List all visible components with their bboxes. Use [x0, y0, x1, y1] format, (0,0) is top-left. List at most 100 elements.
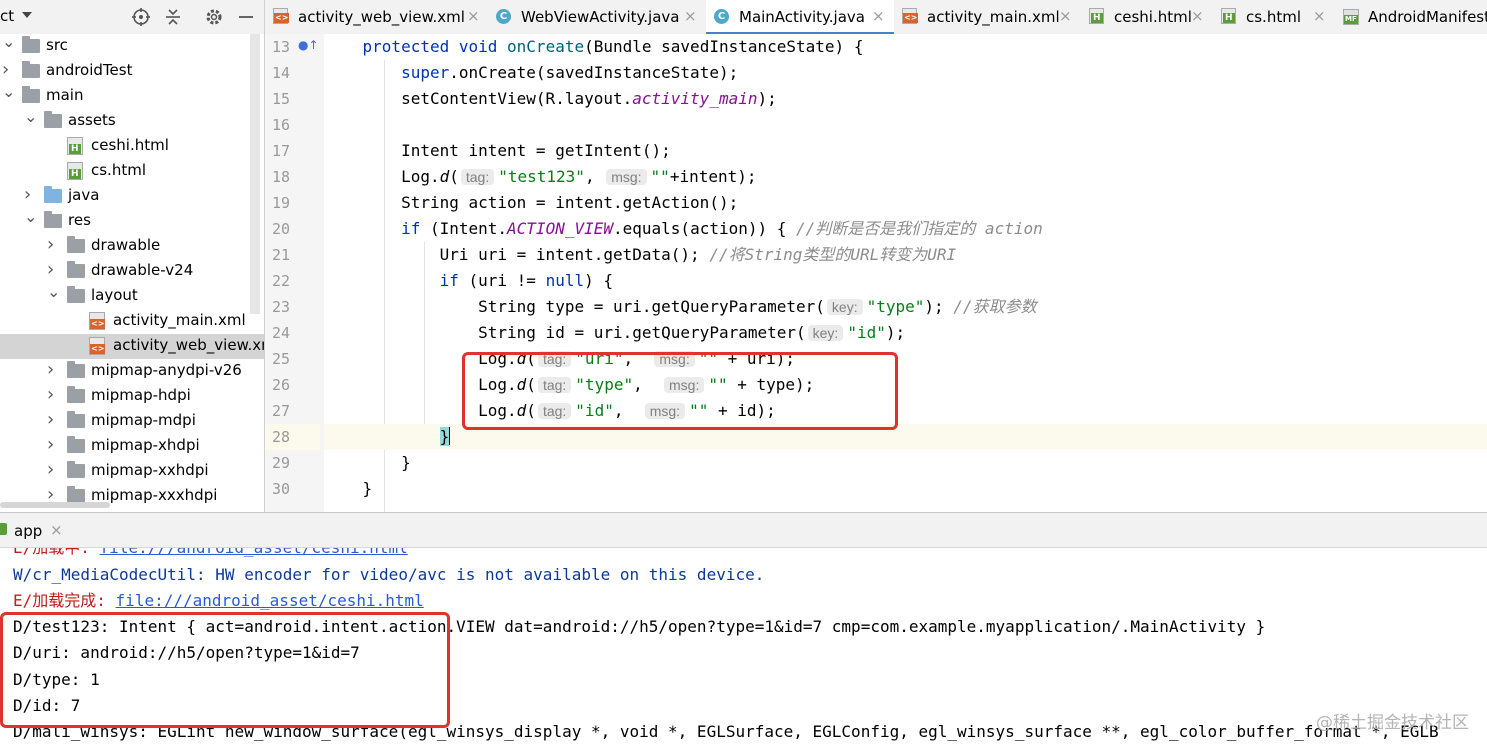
close-icon[interactable]: ×: [872, 7, 885, 25]
tree-item-label: mipmap-anydpi-v26: [91, 361, 242, 379]
tree-item[interactable]: ⌄ assets: [0, 107, 264, 134]
line-number: 30: [272, 480, 291, 498]
manifest-file-icon: [1343, 9, 1359, 25]
tree-item[interactable]: › mipmap-xhdpi: [0, 434, 264, 459]
chevron-down-icon[interactable]: ⌄: [24, 207, 37, 226]
collapse-all-icon[interactable]: [163, 7, 183, 27]
editor-tab[interactable]: activity_web_view.xml×: [265, 0, 488, 34]
tree-item[interactable]: › androidTest: [0, 59, 264, 84]
line-number: 15: [272, 90, 291, 108]
tree-item[interactable]: › drawable: [0, 234, 264, 259]
minimize-icon[interactable]: [236, 7, 256, 27]
tree-item[interactable]: ceshi.html: [0, 134, 264, 159]
folder-icon: [67, 261, 85, 278]
xml-file-icon: [902, 8, 919, 24]
line-number-gutter: 13 14 15 16 17 18 19 20 21 22 23 24 25 26 27 28 29 30 ●↑: [264, 34, 340, 512]
chevron-right-icon[interactable]: ›: [47, 259, 54, 280]
tree-item-label: mipmap-mdpi: [91, 411, 196, 429]
line-number: 19: [272, 194, 291, 212]
folder-icon: [22, 86, 40, 103]
editor-tab-label: AndroidManifest: [1368, 8, 1487, 26]
chevron-right-icon[interactable]: ›: [47, 459, 54, 480]
line-number: 29: [272, 454, 291, 472]
line-number: 17: [272, 142, 291, 160]
tree-item[interactable]: › mipmap-hdpi: [0, 384, 264, 409]
tree-item[interactable]: ⌄ main: [0, 82, 264, 109]
tree-item-label: java: [68, 186, 100, 204]
tree-item[interactable]: ⌄ layout: [0, 282, 264, 309]
chevron-right-icon[interactable]: ›: [47, 359, 54, 380]
chevron-right-icon[interactable]: ›: [47, 384, 54, 405]
chevron-down-icon[interactable]: ⌄: [2, 82, 15, 101]
tree-item[interactable]: › drawable-v24: [0, 259, 264, 284]
tree-item[interactable]: cs.html: [0, 159, 264, 184]
tree-item[interactable]: activity_main.xml: [0, 309, 264, 334]
chevron-right-icon[interactable]: ›: [47, 434, 54, 455]
line-number: 26: [272, 376, 291, 394]
xml-file-icon: [273, 8, 290, 24]
tree-item[interactable]: ⌄ res: [0, 207, 264, 234]
folder-icon: [67, 436, 85, 453]
tree-item[interactable]: activity_web_view.xml: [0, 334, 264, 359]
log-line: E/加载完成: file:///android_asset/ceshi.html: [13, 591, 424, 610]
tree-item[interactable]: ⌄ src: [0, 34, 264, 59]
line-number: 22: [272, 272, 291, 290]
close-icon[interactable]: ×: [50, 521, 63, 539]
log-line: E/加载中: file:///android_asset/ceshi.html: [13, 548, 408, 561]
close-icon[interactable]: ×: [1059, 7, 1072, 25]
xml-file-icon: [89, 312, 106, 330]
editor-tab[interactable]: ceshi.html×: [1081, 0, 1213, 34]
editor-tab-label: MainActivity.java: [739, 8, 865, 26]
line-number: 23: [272, 298, 291, 316]
chevron-right-icon[interactable]: ›: [47, 409, 54, 430]
chevron-down-icon[interactable]: ⌄: [47, 282, 60, 301]
editor-tab[interactable]: C WebViewActivity.java ×: [488, 0, 706, 34]
highlight-box-code: [462, 352, 898, 430]
folder-icon: [67, 386, 85, 403]
tree-scrollbar[interactable]: [250, 34, 260, 314]
line-number: 24: [272, 324, 291, 342]
chevron-right-icon[interactable]: ›: [47, 234, 54, 255]
chevron-down-icon[interactable]: ⌄: [2, 34, 15, 51]
close-icon[interactable]: ×: [1191, 7, 1204, 25]
html-file-icon: [1221, 8, 1236, 24]
editor-tab[interactable]: activity_main.xml×: [894, 0, 1081, 34]
chevron-down-icon[interactable]: [22, 12, 32, 18]
override-method-icon[interactable]: ●↑: [298, 38, 319, 52]
chevron-right-icon[interactable]: ›: [2, 59, 9, 80]
tree-item[interactable]: › mipmap-mdpi: [0, 409, 264, 434]
tree-item-label: src: [46, 36, 68, 54]
editor-tab[interactable]: C MainActivity.java ×: [706, 0, 894, 35]
line-number: 27: [272, 402, 291, 420]
tree-item-label: mipmap-xhdpi: [91, 436, 200, 454]
editor-tab[interactable]: cs.html ×: [1213, 0, 1335, 34]
tree-horizontal-scrollbar[interactable]: [0, 502, 110, 508]
line-number: 16: [272, 116, 291, 134]
log-file-link[interactable]: file:///android_asset/ceshi.html: [116, 591, 424, 610]
close-icon[interactable]: ×: [684, 7, 697, 25]
line-number: 28: [265, 424, 320, 450]
chevron-down-icon[interactable]: ⌄: [24, 107, 37, 126]
html-file-icon: [1089, 8, 1104, 24]
tree-item-label: activity_main.xml: [113, 311, 246, 329]
tree-item[interactable]: › mipmap-xxhdpi: [0, 459, 264, 484]
tree-item-label: activity_web_view.xml: [113, 336, 264, 354]
locate-target-icon[interactable]: [131, 7, 151, 27]
log-file-link[interactable]: file:///android_asset/ceshi.html: [100, 548, 408, 557]
tree-item-label: drawable-v24: [91, 261, 194, 279]
code-editor[interactable]: protected void onCreate(Bundle savedInst…: [324, 34, 1487, 512]
chevron-right-icon[interactable]: ›: [24, 184, 31, 205]
tree-item-label: main: [46, 86, 84, 104]
android-icon: [0, 523, 7, 535]
gear-icon[interactable]: [204, 7, 224, 27]
editor-tab[interactable]: AndroidManifest: [1335, 0, 1487, 34]
tree-item[interactable]: › mipmap-anydpi-v26: [0, 359, 264, 384]
tree-item[interactable]: › java: [0, 184, 264, 209]
html-file-icon: [67, 162, 83, 180]
close-icon[interactable]: ×: [467, 7, 480, 25]
close-icon[interactable]: ×: [1313, 7, 1326, 25]
tree-item-label: cs.html: [91, 161, 146, 179]
html-file-icon: [67, 137, 83, 155]
run-tab-app[interactable]: app: [14, 522, 42, 540]
project-panel-title[interactable]: ct: [0, 7, 14, 25]
